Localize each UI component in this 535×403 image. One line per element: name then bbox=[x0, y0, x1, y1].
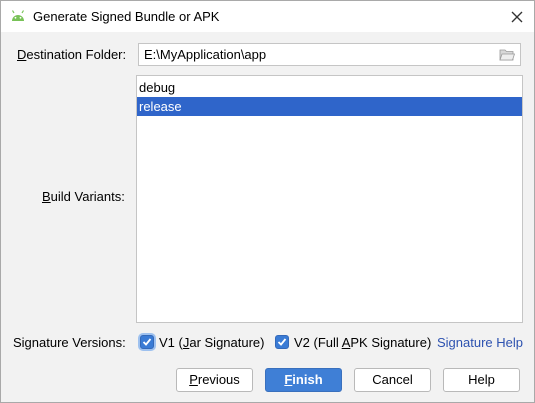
folder-icon[interactable] bbox=[499, 48, 516, 62]
dialog-window: Generate Signed Bundle or APK Destinatio… bbox=[0, 0, 535, 403]
finish-button[interactable]: Finish bbox=[265, 368, 342, 392]
help-button[interactable]: Help bbox=[443, 368, 520, 392]
v1-checkbox[interactable] bbox=[140, 335, 154, 349]
list-item-debug[interactable]: debug bbox=[137, 78, 522, 97]
checkmark-icon bbox=[142, 338, 152, 346]
build-variants-label: Build Variants: bbox=[42, 189, 125, 204]
close-button[interactable] bbox=[506, 6, 528, 28]
destination-folder-field[interactable]: E:\MyApplication\app bbox=[138, 43, 521, 66]
dialog-title: Generate Signed Bundle or APK bbox=[33, 9, 220, 24]
v2-checkbox-label[interactable]: V2 (Full APK Signature) bbox=[294, 335, 431, 350]
build-variants-list[interactable]: debug release bbox=[136, 75, 523, 323]
signature-help-link[interactable]: Signature Help bbox=[437, 335, 523, 350]
cancel-button[interactable]: Cancel bbox=[354, 368, 431, 392]
title-bar: Generate Signed Bundle or APK bbox=[1, 1, 534, 32]
close-icon bbox=[511, 11, 523, 23]
previous-button[interactable]: Previous bbox=[176, 368, 253, 392]
list-item-release[interactable]: release bbox=[137, 97, 522, 116]
signature-versions-label: Signature Versions: bbox=[13, 335, 126, 350]
v2-checkbox[interactable] bbox=[275, 335, 289, 349]
destination-folder-label: Destination Folder: bbox=[17, 47, 127, 62]
checkmark-icon bbox=[277, 338, 287, 346]
android-icon bbox=[10, 9, 26, 23]
destination-folder-value[interactable]: E:\MyApplication\app bbox=[144, 47, 266, 62]
v1-checkbox-label[interactable]: V1 (Jar Signature) bbox=[159, 335, 265, 350]
